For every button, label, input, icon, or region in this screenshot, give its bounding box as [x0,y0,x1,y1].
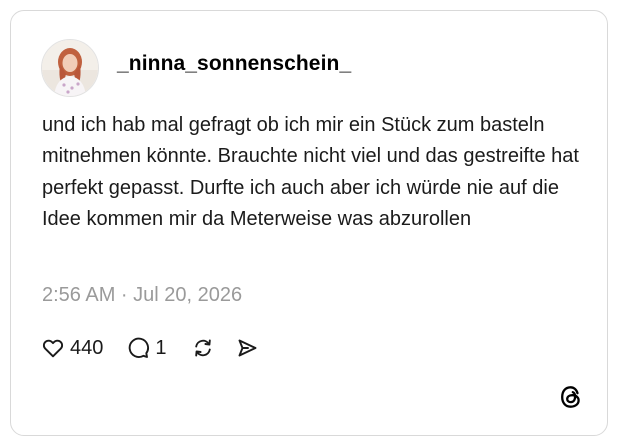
heart-icon [41,336,65,360]
share-button[interactable] [235,336,259,360]
reply-count: 1 [155,336,167,359]
post-card: _ninna_sonnenschein_ und ich hab mal gef… [10,10,608,436]
like-button[interactable]: 440 [41,336,103,360]
repost-button[interactable] [191,336,215,360]
reply-button[interactable]: 1 [126,336,167,360]
username[interactable]: _ninna_sonnenschein_ [117,52,351,76]
like-count: 440 [70,336,104,359]
send-icon [235,336,259,360]
profile-photo [42,40,98,96]
avatar[interactable] [41,39,99,97]
speech-bubble-icon [126,336,150,360]
threads-logo-icon [558,384,584,410]
post-timestamp: 2:56 AM · Jul 20, 2026 [42,284,243,306]
post-text: und ich hab mal gefragt ob ich mir ein S… [42,114,579,231]
post-actions: 440 1 [41,333,259,363]
repost-icon [191,336,215,360]
